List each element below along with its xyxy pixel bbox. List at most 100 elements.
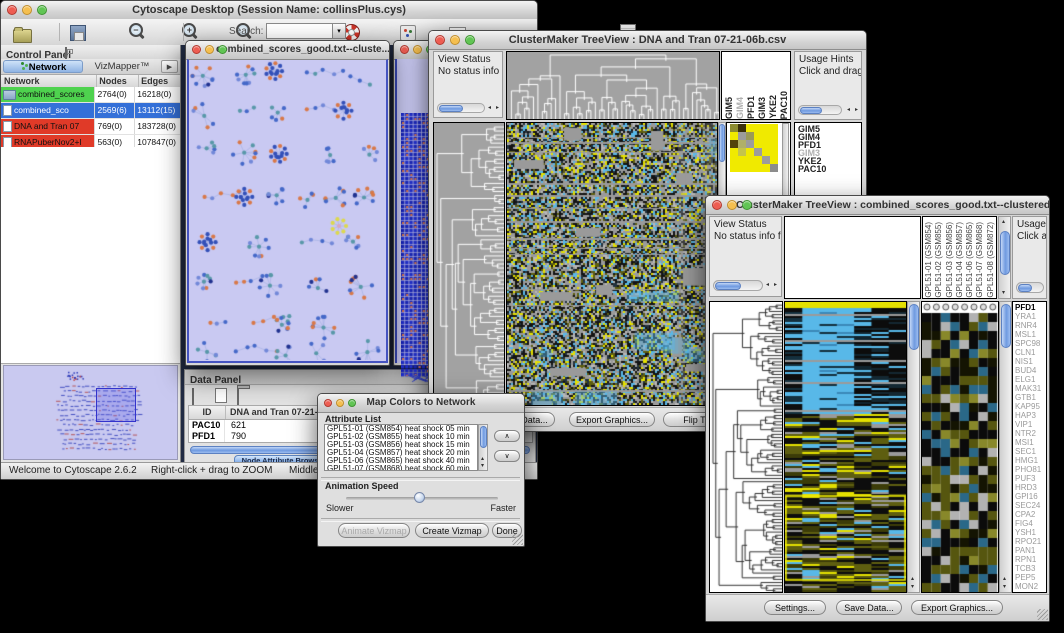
export-graphics-button[interactable]: Export Graphics... (569, 412, 655, 427)
column-labels-scrollbar[interactable]: ▴ ▾ (998, 216, 1011, 299)
matrix-cell[interactable] (730, 124, 738, 132)
close-icon[interactable] (192, 45, 201, 54)
usage-hints-hscrollbar[interactable] (1016, 282, 1044, 293)
matrix-cell[interactable] (730, 132, 738, 140)
column-label[interactable]: GPL51-08 (GSM872) (986, 222, 996, 298)
resize-grip[interactable] (512, 534, 523, 545)
search-dropdown-icon[interactable]: ▾ (332, 23, 346, 39)
column-label[interactable]: GPL51-02 (GSM855) (934, 222, 944, 298)
heatmap-canvas[interactable] (785, 302, 906, 592)
matrix-cell[interactable] (754, 124, 762, 132)
gene-label[interactable]: MAK31 (1015, 384, 1046, 393)
gene-label[interactable]: TCB3 (1015, 564, 1046, 573)
open-file-icon[interactable] (13, 29, 32, 43)
matrix-cell[interactable] (770, 132, 778, 140)
close-icon[interactable] (435, 35, 445, 45)
row-dendrogram-canvas[interactable] (434, 123, 504, 405)
gene-label[interactable]: ELG1 (1015, 375, 1046, 384)
zoom-heatmap-scrollbar[interactable]: ▴ ▾ (999, 301, 1012, 593)
overview-viewport-rect[interactable] (96, 388, 136, 422)
network1-canvas-area[interactable] (187, 59, 388, 363)
gene-label[interactable]: CPA2 (1015, 510, 1046, 519)
column-label[interactable]: PFD1 (746, 96, 757, 119)
network-list-row[interactable]: combined_sco 2569(6) 13112(15) (1, 103, 180, 119)
zoom-window-icon[interactable] (348, 399, 356, 407)
attribute-list-box[interactable]: GPL51-01 (GSM854) heat shock 05 min GPL51… (324, 424, 478, 471)
treeview2-heatmap[interactable] (784, 301, 907, 593)
close-icon[interactable] (400, 45, 409, 54)
gene-label[interactable]: GIM5 (798, 125, 861, 133)
matrix-cell[interactable] (738, 148, 746, 156)
gene-label[interactable]: MON2 (1015, 582, 1046, 591)
treeview2-column-dendrogram[interactable] (784, 216, 921, 299)
matrix-cell[interactable] (762, 156, 770, 164)
attribute-list-item[interactable]: GPL51-01 (GSM854) heat shock 05 min (325, 425, 477, 433)
save-session-icon[interactable] (70, 25, 86, 41)
view-status-hscrollbar[interactable] (713, 280, 763, 291)
tab-overflow-arrow[interactable]: ▶ (161, 60, 178, 73)
scroll-down-icon[interactable]: ▾ (1003, 584, 1006, 590)
gene-label[interactable]: RNR4 (1015, 321, 1046, 330)
column-label[interactable]: GPL51-06 (GSM865) (965, 222, 975, 298)
minimize-icon[interactable] (205, 45, 214, 54)
scroll-down-icon[interactable]: ▾ (1002, 290, 1005, 296)
minimize-icon[interactable] (336, 399, 344, 407)
similarity-matrix[interactable] (730, 124, 778, 172)
gene-label[interactable]: NTR2 (1015, 429, 1046, 438)
scroll-up-icon[interactable]: ▴ (1003, 576, 1006, 582)
matrix-cell[interactable] (770, 156, 778, 164)
matrix-cell[interactable] (762, 164, 770, 172)
row-dendrogram-canvas[interactable] (710, 302, 782, 592)
gene-label[interactable]: HRD3 (1015, 483, 1046, 492)
minimize-icon[interactable] (413, 45, 422, 54)
treeview2-titlebar[interactable]: ClusterMaker TreeView : combined_scores_… (706, 196, 1049, 215)
slider-thumb[interactable] (414, 492, 425, 503)
gene-label[interactable]: RPO21 (1015, 537, 1046, 546)
gene-label[interactable]: YRA1 (1015, 312, 1046, 321)
network-overview-canvas[interactable] (4, 366, 176, 458)
heatmap-canvas[interactable] (507, 123, 717, 405)
matrix-cell[interactable] (746, 132, 754, 140)
attribute-list-item[interactable]: GPL51-04 (GSM857) heat shock 20 min (325, 449, 477, 457)
treeview1-heatmap[interactable] (506, 122, 718, 406)
gene-label[interactable]: PEP5 (1015, 573, 1046, 582)
settings-button[interactable]: Settings... (764, 600, 826, 615)
column-label[interactable]: GIM3 (757, 97, 768, 119)
zoom-window-icon[interactable] (37, 5, 47, 15)
column-label[interactable]: GPL51-07 (GSM868) (975, 222, 985, 298)
usage-hints-hscrollbar[interactable] (798, 105, 842, 115)
gene-label[interactable]: PHO81 (1015, 465, 1046, 474)
column-label[interactable]: GIM5 (724, 97, 735, 119)
network-list-row[interactable]: combined_scores 2764(0) 16218(0) (1, 87, 180, 103)
gene-label[interactable]: PAN1 (1015, 546, 1046, 555)
tab-vizmapper[interactable]: VizMapper™ (85, 60, 159, 73)
matrix-cell[interactable] (730, 164, 738, 172)
matrix-cell[interactable] (762, 132, 770, 140)
gene-label[interactable]: PFD1 (798, 141, 861, 149)
matrix-cell[interactable] (746, 164, 754, 172)
minimize-icon[interactable] (727, 200, 737, 210)
matrix-cell[interactable] (746, 156, 754, 164)
matrix-cell[interactable] (770, 148, 778, 156)
matrix-cell[interactable] (738, 124, 746, 132)
treeview2-row-dendrogram[interactable] (709, 301, 783, 593)
scroll-left-icon[interactable]: ◂ (847, 107, 850, 113)
matrix-cell[interactable] (754, 140, 762, 148)
tab-network[interactable]: Network (3, 60, 83, 73)
move-up-button[interactable]: ∧ (494, 430, 520, 442)
gene-label[interactable]: MSL1 (1015, 330, 1046, 339)
scroll-left-icon[interactable]: ◂ (488, 105, 491, 111)
create-vizmap-button[interactable]: Create Vizmap (415, 523, 489, 538)
column-label[interactable]: GPL51-04 (GSM857) (955, 222, 965, 298)
treeview1-column-dendrogram[interactable] (506, 51, 720, 120)
col-id[interactable]: ID (189, 406, 226, 419)
scroll-up-icon[interactable]: ▴ (911, 576, 914, 582)
treeview2-zoom-heatmap[interactable] (921, 301, 999, 593)
matrix-cell[interactable] (762, 140, 770, 148)
view-status-hscrollbar[interactable] (437, 103, 485, 113)
gene-label[interactable]: YKE2 (798, 157, 861, 165)
zoom-window-icon[interactable] (218, 45, 227, 54)
close-icon[interactable] (7, 5, 17, 15)
save-data-button[interactable]: Save Data... (836, 600, 902, 615)
gene-label[interactable]: GPI16 (1015, 492, 1046, 501)
